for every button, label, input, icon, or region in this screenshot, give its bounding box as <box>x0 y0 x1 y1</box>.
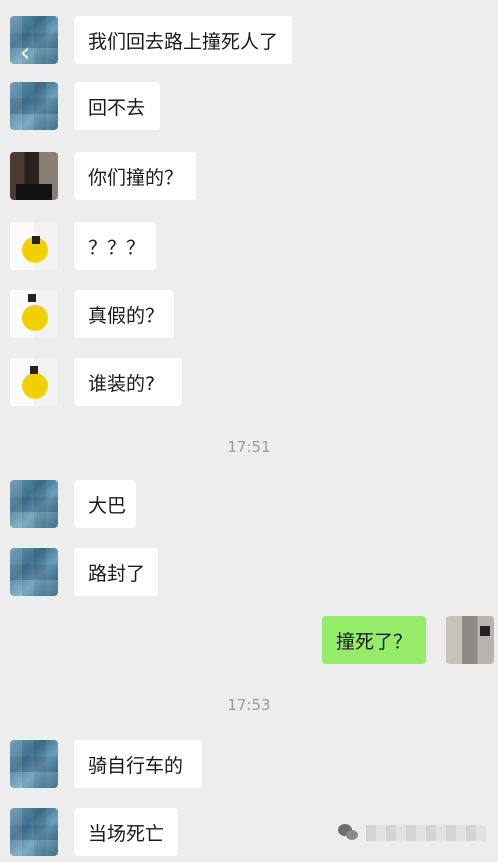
message-bubble[interactable]: 回不去 <box>74 82 160 130</box>
message-bubble[interactable]: 真假的？ <box>74 290 174 338</box>
message-bubble[interactable]: 谁装的? <box>74 358 182 406</box>
message-bubble[interactable]: ？？？ <box>74 222 156 270</box>
blurred-watermark-text <box>366 825 486 841</box>
avatar[interactable] <box>10 152 58 200</box>
message-row: 真假的？ <box>0 290 498 344</box>
wechat-icon <box>338 824 360 842</box>
message-bubble[interactable]: 你们撞的？ <box>74 152 196 200</box>
avatar[interactable] <box>10 740 58 788</box>
avatar[interactable] <box>10 82 58 130</box>
avatar[interactable] <box>10 480 58 528</box>
watermark <box>338 824 486 842</box>
message-bubble[interactable]: 大巴 <box>74 480 136 528</box>
message-bubble[interactable]: 路封了 <box>74 548 158 596</box>
message-row: 路封了 <box>0 548 498 602</box>
chat-window: ‹ 我们回去路上撞死人了 回不去 你们撞的？ ？？？ 真假的？ 谁装的? 17:… <box>0 0 498 856</box>
message-bubble[interactable]: 骑自行车的 <box>74 740 202 788</box>
avatar[interactable] <box>10 222 58 270</box>
message-row: 骑自行车的 <box>0 740 498 794</box>
message-bubble[interactable]: 我们回去路上撞死人了 <box>74 16 292 64</box>
timestamp: 17:51 <box>227 438 271 456</box>
message-row-self: 撞死了？ <box>0 616 498 670</box>
avatar-self[interactable] <box>446 616 494 664</box>
message-row: 大巴 <box>0 480 498 534</box>
message-row: 谁装的? <box>0 358 498 412</box>
timestamp: 17:53 <box>227 696 271 714</box>
chevron-left-icon[interactable]: ‹ <box>12 40 38 66</box>
message-row: 你们撞的？ <box>0 152 498 206</box>
message-row: ‹ 我们回去路上撞死人了 <box>0 16 498 70</box>
avatar[interactable] <box>10 808 58 856</box>
message-row: 回不去 <box>0 82 498 136</box>
avatar[interactable] <box>10 358 58 406</box>
avatar[interactable] <box>10 290 58 338</box>
message-row: ？？？ <box>0 222 498 276</box>
message-text: 你们撞的？ <box>88 166 184 189</box>
message-bubble[interactable]: 当场死亡 <box>74 808 178 856</box>
message-bubble-self[interactable]: 撞死了？ <box>322 616 426 664</box>
avatar[interactable] <box>10 548 58 596</box>
